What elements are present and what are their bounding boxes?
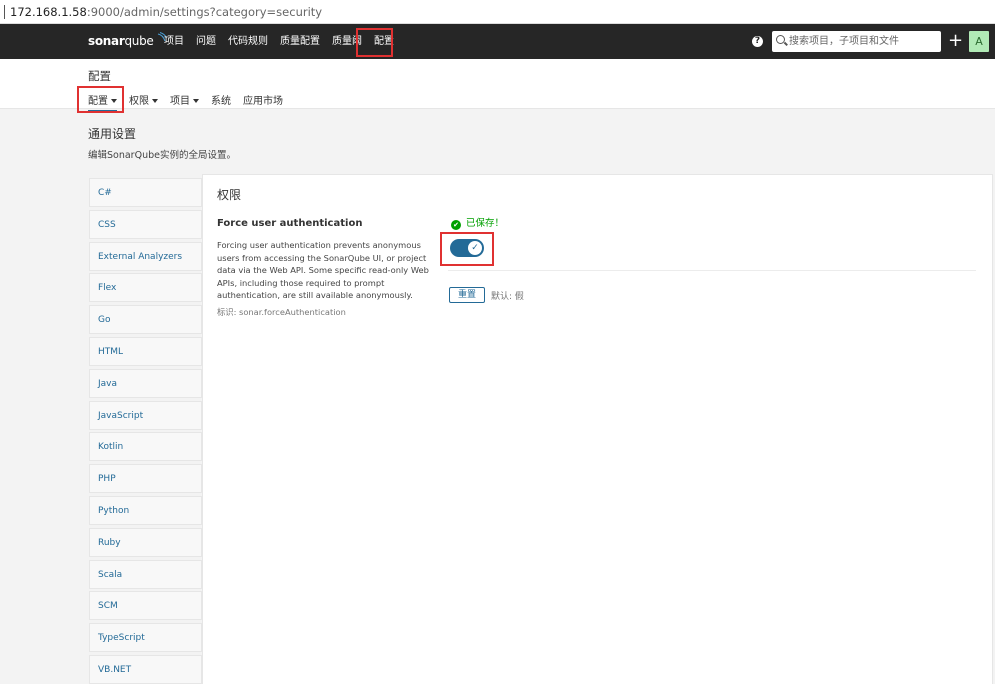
address-url[interactable]: 172.168.1.58:9000/admin/settings?categor… (10, 5, 322, 19)
category-item[interactable]: Java (89, 368, 202, 398)
category-item[interactable]: SCM (89, 591, 202, 621)
category-item[interactable]: PHP (89, 464, 202, 494)
help-icon[interactable]: ? (752, 36, 763, 47)
category-item[interactable]: HTML (89, 336, 202, 366)
setting-description: Forcing user authentication prevents ano… (217, 240, 429, 301)
search-input[interactable] (789, 34, 937, 49)
cursor-caret (4, 5, 5, 19)
category-item[interactable]: Flex (89, 273, 202, 303)
category-item[interactable]: Go (89, 305, 202, 335)
subnav-system[interactable]: 系统 (211, 92, 231, 107)
settings-panel: 权限 Force user authentication Forcing use… (202, 174, 993, 684)
category-sidebar: C# CSS External Analyzers Flex Go HTML J… (89, 178, 202, 684)
subnav-security[interactable]: 权限 (129, 92, 158, 107)
search-box[interactable] (772, 31, 941, 52)
page-header: 配置 配置 权限 项目 系统 应用市场 (0, 59, 995, 112)
category-item[interactable]: Kotlin (89, 432, 202, 462)
address-bar[interactable]: 172.168.1.58:9000/admin/settings?categor… (0, 0, 995, 24)
nav-quality-gates[interactable]: 质量阈 (326, 24, 368, 59)
check-icon: ✓ (468, 241, 482, 255)
admin-subnav: 配置 权限 项目 系统 应用市场 (88, 92, 295, 112)
nav-rules[interactable]: 代码规则 (222, 24, 274, 59)
category-item[interactable]: CSS (89, 209, 202, 239)
nav-issues[interactable]: 问题 (190, 24, 222, 59)
main-menu: 项目 问题 代码规则 质量配置 质量阈 配置 (158, 24, 400, 59)
panel-title: 权限 (217, 188, 242, 202)
setting-key: 标识: sonar.forceAuthentication (217, 307, 346, 317)
subnav-marketplace[interactable]: 应用市场 (243, 92, 283, 107)
nav-projects[interactable]: 项目 (158, 24, 190, 59)
user-avatar[interactable]: A (969, 31, 989, 52)
subnav-configuration[interactable]: 配置 (88, 92, 117, 112)
category-item[interactable]: C# (89, 178, 202, 207)
nav-quality-profiles[interactable]: 质量配置 (274, 24, 326, 59)
category-item[interactable]: Scala (89, 559, 202, 589)
reset-button[interactable]: 重置 (449, 287, 485, 303)
sonarqube-logo[interactable]: sonarqube (88, 32, 168, 48)
chevron-down-icon (111, 99, 117, 103)
search-icon (776, 35, 785, 44)
nav-administration[interactable]: 配置 (368, 24, 400, 59)
force-auth-toggle[interactable]: ✓ (450, 239, 484, 257)
subnav-projects[interactable]: 项目 (170, 92, 199, 107)
category-item[interactable]: JavaScript (89, 400, 202, 430)
category-item[interactable]: External Analyzers (89, 241, 202, 271)
divider (448, 270, 976, 271)
section-title: 通用设置 (88, 127, 137, 141)
category-item[interactable]: VB.NET (89, 654, 202, 684)
category-item[interactable]: Ruby (89, 527, 202, 557)
create-plus-button[interactable]: + (948, 32, 963, 50)
chevron-down-icon (152, 99, 158, 103)
chevron-down-icon (193, 99, 199, 103)
category-item[interactable]: Python (89, 495, 202, 525)
saved-status: ✔ 已保存！ (451, 215, 504, 230)
category-item[interactable]: TypeScript (89, 623, 202, 653)
section-description: 编辑SonarQube实例的全局设置。 (88, 150, 236, 161)
default-value: 默认: 假 (491, 292, 524, 302)
setting-name: Force user authentication (217, 218, 363, 229)
page-title: 配置 (88, 69, 111, 83)
check-circle-icon: ✔ (451, 220, 461, 230)
